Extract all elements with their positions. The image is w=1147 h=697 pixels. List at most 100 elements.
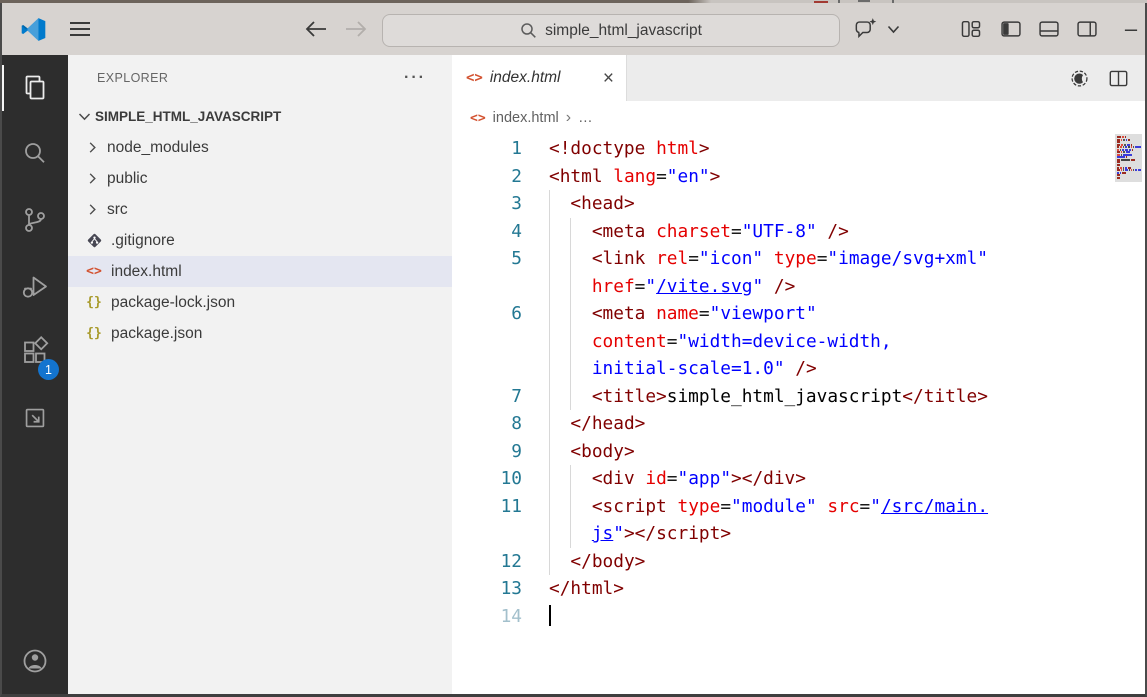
tree-item-src[interactable]: src (68, 194, 452, 225)
line-number: 14 (452, 603, 522, 631)
workspace-root-folder[interactable]: SIMPLE_HTML_JAVASCRIPT (68, 101, 452, 132)
explorer-more-actions-icon[interactable]: ··· (404, 69, 426, 87)
activity-bar: 1 (2, 55, 68, 694)
line-number: 4 (452, 218, 522, 246)
customize-layout-icon[interactable] (954, 3, 988, 55)
tree-item-node-modules[interactable]: node_modules (68, 132, 452, 163)
code-line: 14 (452, 603, 1145, 631)
line-number: 2 (452, 163, 522, 191)
code-line: 8 </head> (452, 410, 1145, 438)
git-file-icon (83, 231, 105, 250)
window-arrow-icon (20, 403, 50, 433)
code-line: 4 <meta charset="UTF-8" /> (452, 218, 1145, 246)
tree-item-package-lock-json[interactable]: {}package-lock.json (68, 287, 452, 318)
search-icon (19, 138, 51, 170)
line-number: 10 (452, 465, 522, 493)
code-text: <head> (549, 190, 635, 218)
toggle-secondary-sidebar-icon[interactable] (1070, 3, 1104, 55)
code-text: <title>simple_html_javascript</title> (549, 383, 988, 411)
file-label: src (107, 201, 128, 219)
code-text: <meta name="viewport" (549, 300, 817, 328)
activity-bar-item-remote-window[interactable] (2, 385, 68, 451)
debug-icon (19, 270, 51, 302)
code-text: <meta charset="UTF-8" /> (549, 218, 849, 246)
line-number: 8 (452, 410, 522, 438)
tab-index-html[interactable]: <> index.html × (452, 55, 627, 101)
activity-bar-item-search[interactable] (2, 121, 68, 187)
vscode-logo-icon (16, 3, 50, 55)
theme-color-mode-icon[interactable] (1067, 66, 1092, 91)
code-line: initial-scale=1.0" /> (452, 355, 1145, 383)
menu-icon[interactable] (64, 3, 96, 55)
tree-item-public[interactable]: public (68, 163, 452, 194)
html-file-icon: <> (466, 70, 483, 86)
activity-bar-item-source-control[interactable] (2, 187, 68, 253)
file-label: package-lock.json (111, 294, 235, 312)
vscode-window: simple_html_javascript (0, 0, 1147, 697)
activity-bar-item-run-debug[interactable] (2, 253, 68, 319)
source-control-icon (19, 204, 51, 236)
chevron-down-icon[interactable] (882, 3, 904, 55)
chevron-right-icon (83, 140, 101, 155)
back-arrow-icon[interactable] (298, 3, 334, 55)
tab-label: index.html (490, 69, 561, 87)
line-number: 12 (452, 548, 522, 576)
code-line: href="/vite.svg" /> (452, 273, 1145, 301)
copilot-chat-icon[interactable] (846, 3, 884, 55)
forward-arrow-icon[interactable] (338, 3, 374, 55)
html-file-icon: <> (83, 264, 105, 279)
code-text: <link rel="icon" type="image/svg+xml" (549, 245, 988, 273)
code-text: content="width=device-width, (549, 328, 892, 356)
code-editor[interactable]: 1<!doctype html>2 <html lang="en">3 <head… (452, 135, 1145, 694)
breadcrumb-file[interactable]: index.html (493, 110, 559, 126)
html-file-icon: <> (470, 111, 486, 126)
activity-bar-item-explorer[interactable] (2, 55, 68, 121)
line-number: 9 (452, 438, 522, 466)
file-label: public (107, 170, 148, 188)
line-number: 6 (452, 300, 522, 328)
command-center-search[interactable]: simple_html_javascript (382, 14, 840, 47)
code-text: <body> (549, 438, 635, 466)
toggle-panel-icon[interactable] (1032, 3, 1066, 55)
window-minimize-button[interactable]: – (1114, 3, 1147, 55)
code-text: href="/vite.svg" /> (549, 273, 795, 301)
toggle-primary-sidebar-icon[interactable] (994, 3, 1028, 55)
breadcrumb: <> index.html › … (452, 101, 1145, 135)
code-line: 1<!doctype html> (452, 135, 1145, 163)
tab-bar: <> index.html × (452, 55, 1145, 101)
explorer-sidebar: EXPLORER ··· SIMPLE_HTML_JAVASCRIPT node… (68, 55, 452, 694)
tree-item--gitignore[interactable]: .gitignore (68, 225, 452, 256)
split-editor-icon[interactable] (1106, 66, 1131, 91)
file-label: .gitignore (111, 232, 175, 250)
file-tree: node_modulespublic src .gitignore <>index.h… (68, 132, 452, 349)
code-line: 11 <script type="module" src="/src/main. (452, 493, 1145, 521)
files-icon (19, 72, 51, 104)
code-line: 5 <link rel="icon" type="image/svg+xml" (452, 245, 1145, 273)
tab-close-icon[interactable]: × (603, 69, 614, 88)
minimap[interactable] (1115, 134, 1142, 182)
code-text: initial-scale=1.0" /> (549, 355, 817, 383)
file-label: package.json (111, 325, 202, 343)
editor-group: <> index.html × (452, 55, 1145, 694)
breadcrumb-symbol-ellipsis[interactable]: … (578, 110, 593, 126)
tree-item-index-html[interactable]: <>index.html (68, 256, 452, 287)
account-icon (19, 645, 51, 677)
tree-item-package-json[interactable]: {}package.json (68, 318, 452, 349)
activity-bar-item-extensions[interactable]: 1 (2, 319, 68, 385)
line-number: 11 (452, 493, 522, 521)
code-line: js"></script> (452, 520, 1145, 548)
code-line: 9 <body> (452, 438, 1145, 466)
code-text: <html lang="en"> (549, 163, 720, 191)
file-label: node_modules (107, 139, 209, 157)
activity-bar-item-account[interactable] (2, 628, 68, 694)
code-text: <div id="app"></div> (549, 465, 806, 493)
code-line: 3 <head> (452, 190, 1145, 218)
root-folder-label: SIMPLE_HTML_JAVASCRIPT (95, 109, 281, 124)
code-line: 10 <div id="app"></div> (452, 465, 1145, 493)
code-line: 13</html> (452, 575, 1145, 603)
breadcrumb-separator: › (566, 109, 571, 127)
code-text (549, 603, 551, 631)
title-bar: simple_html_javascript (2, 3, 1145, 55)
text-cursor (549, 605, 551, 626)
code-text: </body> (549, 548, 645, 576)
